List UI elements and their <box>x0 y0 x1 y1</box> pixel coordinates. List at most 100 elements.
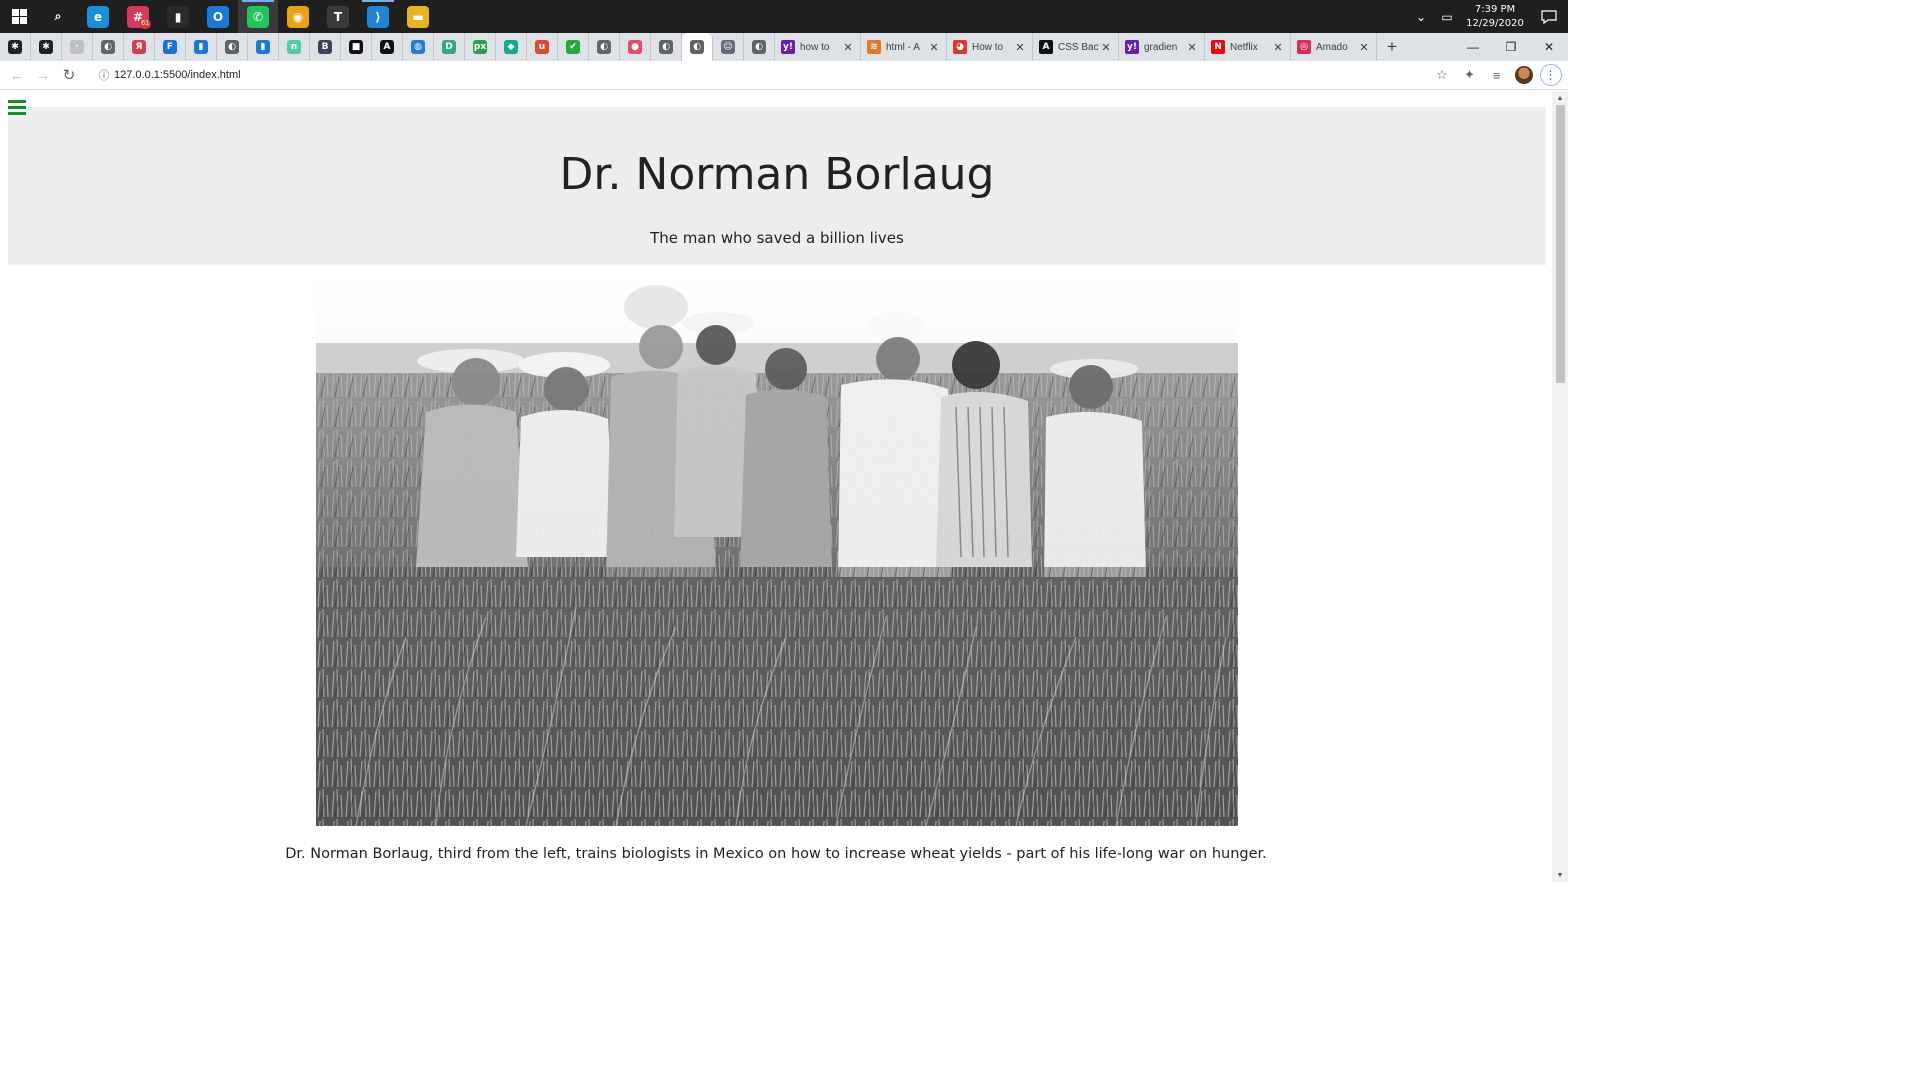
taskbar-app-chrome[interactable]: ◉ <box>278 0 318 33</box>
address-bar[interactable]: ⓘ 127.0.0.1:5500/index.html ☆ <box>94 64 1456 86</box>
browser-tab[interactable]: ◎ Amado ✕ <box>1291 33 1377 61</box>
browser-tab[interactable]: y! gradien ✕ <box>1119 33 1205 61</box>
vscode-icon: ⟩ <box>367 5 389 28</box>
pinned-tab[interactable]: ◆ <box>496 33 527 61</box>
browser-tab[interactable]: ≋ html - A ✕ <box>861 33 947 61</box>
extensions-icon[interactable]: ✦ <box>1456 61 1483 90</box>
tab-favicon-icon: px <box>473 40 487 54</box>
restore-button[interactable]: ❐ <box>1492 33 1530 61</box>
taskbar-app-whatsapp[interactable]: ✆ <box>238 0 278 33</box>
titled-tabs: y! how to ✕ ≋ html - A ✕ ◕ How to ✕ A CSS Bac ✕ y! gr… <box>775 33 1377 61</box>
page-scrollbar[interactable]: ▲ ▼ <box>1552 91 1568 882</box>
tab-favicon-icon: п <box>287 40 301 54</box>
tab-close-icon[interactable]: ✕ <box>1272 41 1284 54</box>
tab-favicon-icon: ● <box>628 40 642 54</box>
close-window-button[interactable]: ✕ <box>1530 33 1568 61</box>
bookmark-star-icon[interactable]: ☆ <box>1436 67 1456 83</box>
tab-favicon-icon: A <box>1039 40 1053 54</box>
taskbar-app-search[interactable]: ⌕ <box>38 0 78 33</box>
pinned-tab[interactable]: ◍ <box>403 33 434 61</box>
notification-icon[interactable] <box>1530 0 1568 33</box>
pinned-tab[interactable]: F <box>155 33 186 61</box>
url-text[interactable]: 127.0.0.1:5500/index.html <box>114 69 241 81</box>
tab-close-icon[interactable]: ✕ <box>842 41 854 54</box>
chrome-icon: ◉ <box>287 5 309 28</box>
minimize-button[interactable]: — <box>1454 33 1492 61</box>
tab-favicon-icon: y! <box>1125 40 1139 54</box>
scrollbar-thumb[interactable] <box>1556 105 1565 383</box>
pinned-tab[interactable]: ◐ <box>93 33 124 61</box>
pinned-tab[interactable]: px <box>465 33 496 61</box>
pinned-tab[interactable]: ◐ <box>217 33 248 61</box>
pinned-tab[interactable]: ✔ <box>558 33 589 61</box>
pinned-tab[interactable]: ☺ <box>713 33 744 61</box>
tab-title: CSS Bac <box>1058 41 1099 53</box>
search-icon: ⌕ <box>47 5 69 28</box>
pinned-tab[interactable]: ✱ <box>0 33 31 61</box>
browser-tab[interactable]: N Netflix ✕ <box>1205 33 1291 61</box>
pinned-tab[interactable]: ◐ <box>744 33 775 61</box>
forward-button[interactable]: → <box>30 61 56 90</box>
kebab-menu-icon: ⋮ <box>1539 64 1562 86</box>
photo-caption: Dr. Norman Borlaug, third from the left,… <box>285 846 1267 862</box>
pinned-tab[interactable]: ■ <box>341 33 372 61</box>
new-tab-button[interactable]: + <box>1377 33 1407 61</box>
windows-start-icon[interactable] <box>0 0 38 33</box>
taskbar-clock[interactable]: 7:39 PM 12/29/2020 <box>1460 3 1530 31</box>
battery-icon[interactable]: ▭ <box>1434 0 1460 33</box>
tab-favicon-icon: D <box>442 40 456 54</box>
tab-close-icon[interactable]: ✕ <box>928 41 940 54</box>
taskbar-app-charts[interactable]: ▮ <box>158 0 198 33</box>
pinned-tab[interactable]: A <box>372 33 403 61</box>
pinned-tab[interactable]: D <box>434 33 465 61</box>
menu-button[interactable]: ⋮ <box>1537 61 1564 90</box>
hamburger-menu-icon[interactable] <box>8 100 26 116</box>
back-button[interactable]: ← <box>4 61 30 90</box>
pinned-tab[interactable]: ✱ <box>31 33 62 61</box>
tab-favicon-icon: Я <box>132 40 146 54</box>
reload-button[interactable]: ↻ <box>56 61 82 90</box>
scroll-up-arrow-icon[interactable]: ▲ <box>1552 91 1568 105</box>
charts-icon: ▮ <box>167 5 189 28</box>
pinned-tab[interactable]: ▮ <box>186 33 217 61</box>
tab-close-icon[interactable]: ✕ <box>1358 41 1370 54</box>
taskbar-app-slack[interactable]: #61 <box>118 0 158 33</box>
scroll-down-arrow-icon[interactable]: ▼ <box>1552 868 1568 882</box>
outlook-icon: O <box>207 5 229 28</box>
pinned-tab[interactable]: ● <box>620 33 651 61</box>
pinned-tab[interactable]: · <box>62 33 93 61</box>
page-viewport: Dr. Norman Borlaug The man who saved a b… <box>0 91 1552 882</box>
tab-close-icon[interactable]: ✕ <box>1014 41 1026 54</box>
tab-favicon-icon: ■ <box>349 40 363 54</box>
pinned-tab[interactable]: ◐ <box>651 33 682 61</box>
media-control-icon[interactable]: ≡ <box>1483 61 1510 90</box>
tab-favicon-icon: ◕ <box>953 40 967 54</box>
taskbar-app-edge[interactable]: e <box>78 0 118 33</box>
pinned-tab[interactable]: ◐ <box>589 33 620 61</box>
taskbar-app-vscode[interactable]: ⟩ <box>358 0 398 33</box>
profile-avatar[interactable] <box>1510 61 1537 90</box>
pinned-tab[interactable]: Я <box>124 33 155 61</box>
pinned-tab[interactable]: ◐ <box>682 33 713 61</box>
tab-favicon-icon: ◐ <box>690 40 704 54</box>
pinned-tab[interactable]: ▮ <box>248 33 279 61</box>
pinned-tab[interactable]: B <box>310 33 341 61</box>
chevron-up-icon[interactable]: ⌄ <box>1408 0 1434 33</box>
taskbar-app-file-explorer[interactable]: ▬ <box>398 0 438 33</box>
tab-close-icon[interactable]: ✕ <box>1186 41 1198 54</box>
browser-tab[interactable]: A CSS Bac ✕ <box>1033 33 1119 61</box>
page-tagline: The man who saved a billion lives <box>650 229 904 247</box>
tab-favicon-icon: ◐ <box>225 40 239 54</box>
tab-favicon-icon: ✱ <box>8 40 22 54</box>
browser-tab[interactable]: ◕ How to ✕ <box>947 33 1033 61</box>
pinned-tab[interactable]: п <box>279 33 310 61</box>
taskbar-app-outlook[interactable]: O <box>198 0 238 33</box>
pinned-tab[interactable]: u <box>527 33 558 61</box>
taskbar-app-typora[interactable]: T <box>318 0 358 33</box>
tab-favicon-icon: ◐ <box>597 40 611 54</box>
browser-tab[interactable]: y! how to ✕ <box>775 33 861 61</box>
site-info-icon[interactable]: ⓘ <box>94 67 114 83</box>
tab-close-icon[interactable]: ✕ <box>1100 41 1112 54</box>
tab-title: gradien <box>1144 41 1178 53</box>
tab-favicon-icon: ☺ <box>721 40 735 54</box>
